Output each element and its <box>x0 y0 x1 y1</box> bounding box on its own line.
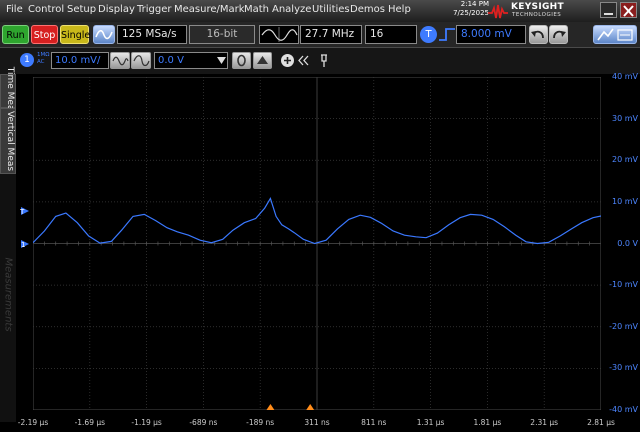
clock: 2:14 PM 7/25/2025 <box>445 0 489 18</box>
rising-edge-icon[interactable] <box>438 27 456 42</box>
minimize-button[interactable] <box>600 2 617 18</box>
clock-date: 7/25/2025 <box>453 9 489 17</box>
channel-ac-coupling: AC <box>37 59 45 65</box>
menu-help[interactable]: Help <box>388 4 411 15</box>
menu-trigger[interactable]: Trigger <box>137 4 172 15</box>
scale-down-button[interactable] <box>110 52 130 69</box>
channel-coupling: 1MΩ AC <box>37 52 49 66</box>
menu-analyze[interactable]: Analyze <box>272 4 311 15</box>
channel-bar: 1 1MΩ AC 10.0 mV/ 0.0 V <box>0 48 640 74</box>
y-tick-label: -30 mV <box>609 363 638 373</box>
x-tick-label: 2.81 µs <box>587 418 615 427</box>
y-tick-label: 40 mV <box>612 72 638 81</box>
y-tick-label: -10 mV <box>609 280 638 290</box>
x-tick-label: -2.19 µs <box>17 418 49 427</box>
menu-utilities[interactable]: Utilities <box>312 4 350 15</box>
brand-name: KEYSIGHT <box>511 2 564 12</box>
stop-button[interactable]: Stop <box>31 25 58 44</box>
y-tick-label: -20 mV <box>609 321 638 331</box>
redo-button[interactable] <box>549 25 568 44</box>
add-circle-icon[interactable] <box>280 53 295 68</box>
arrow-up-icon <box>257 56 268 64</box>
y-tick-label: 10 mV <box>612 196 638 206</box>
wave-expand-icon <box>133 55 150 67</box>
minimize-icon <box>604 13 613 15</box>
channel-scale-field[interactable]: 10.0 mV/ <box>51 52 109 69</box>
measurements-watermark: Measurements <box>2 257 14 332</box>
y-tick-label: 20 mV <box>612 155 638 165</box>
scale-up-button[interactable] <box>131 52 151 69</box>
menu-display[interactable]: Display <box>98 4 135 15</box>
redo-icon <box>553 30 566 39</box>
trigger-marker-letter: T <box>20 208 25 216</box>
side-panel: Time Meas Vertical Meas Measurements <box>0 67 16 422</box>
x-tick-label: 811 ns <box>361 418 387 427</box>
tab-vertical-meas-label: Vertical Meas <box>5 111 15 172</box>
tab-time-meas[interactable]: Time Meas <box>0 67 16 115</box>
menu-measure-mark[interactable]: Measure/Mark <box>174 4 245 15</box>
keysight-logo-icon <box>488 4 508 19</box>
toolbar: Run Stop Single 125 MSa/s 16-bit 27.7 MH… <box>0 22 640 48</box>
x-tick-label: 1.31 µs <box>416 418 445 427</box>
wave-compress-icon <box>112 56 129 66</box>
channel-markers: T 1 <box>20 207 29 249</box>
menu-demos[interactable]: Demos <box>350 4 385 15</box>
tab-vertical-meas[interactable]: Vertical Meas <box>0 108 16 174</box>
ground-marker-digit: 1 <box>21 241 25 249</box>
menu-bar: File Control Setup Display Trigger Measu… <box>0 0 640 22</box>
menu-file[interactable]: File <box>6 4 23 15</box>
single-button[interactable]: Single <box>60 25 90 44</box>
double-chevron-left-icon[interactable] <box>297 54 309 67</box>
resolution-field[interactable]: 16-bit <box>189 25 255 44</box>
y-tick-label: -40 mV <box>609 405 638 414</box>
undo-button[interactable] <box>529 25 548 44</box>
menu-setup[interactable]: Setup <box>67 4 96 15</box>
pin-icon[interactable] <box>318 53 330 68</box>
averaging-field[interactable]: 16 <box>365 25 417 44</box>
y-tick-label: 0.0 V <box>617 238 638 248</box>
sample-rate-field[interactable]: 125 MSa/s <box>117 25 187 44</box>
frequency-field[interactable]: 27.7 MHz <box>300 25 362 44</box>
y-tick-label: 30 mV <box>612 113 638 123</box>
measure-chart-icon <box>597 28 633 41</box>
x-tick-label: 2.31 µs <box>530 418 559 427</box>
waveform-preview[interactable] <box>259 25 299 44</box>
sine-wave-icon <box>261 27 298 42</box>
run-button[interactable]: Run <box>2 25 29 44</box>
x-tick-label: -689 ns <box>189 418 218 427</box>
menu-math[interactable]: Math <box>244 4 269 15</box>
x-tick-label: 311 ns <box>304 418 330 427</box>
channel-1-badge[interactable]: 1 <box>20 53 34 67</box>
menu-control[interactable]: Control <box>28 4 64 15</box>
close-button[interactable] <box>620 2 637 18</box>
zero-icon <box>237 54 246 67</box>
trigger-level-field[interactable]: 8.000 mV <box>456 25 526 44</box>
offset-up-button[interactable] <box>253 52 272 69</box>
offset-zero-button[interactable] <box>232 52 251 69</box>
x-tick-label: -189 ns <box>246 418 275 427</box>
trigger-badge[interactable]: T <box>420 26 437 43</box>
clock-time: 2:14 PM <box>460 0 489 8</box>
waveform-grid[interactable] <box>33 77 601 410</box>
auto-scale-icon <box>95 29 113 40</box>
brand-subtitle: TECHNOLOGIES <box>512 12 562 18</box>
measurements-area: Measurements <box>0 194 16 394</box>
undo-icon <box>531 30 544 39</box>
close-icon <box>623 5 634 17</box>
x-tick-label: -1.69 µs <box>74 418 106 427</box>
x-tick-label: -1.19 µs <box>131 418 162 427</box>
auto-scale-button[interactable] <box>93 25 115 44</box>
x-tick-label: 1.81 µs <box>473 418 502 427</box>
channel-impedance: 1MΩ <box>37 52 50 58</box>
measurement-toggle-button[interactable] <box>593 25 637 44</box>
chevron-down-icon[interactable] <box>217 57 226 64</box>
